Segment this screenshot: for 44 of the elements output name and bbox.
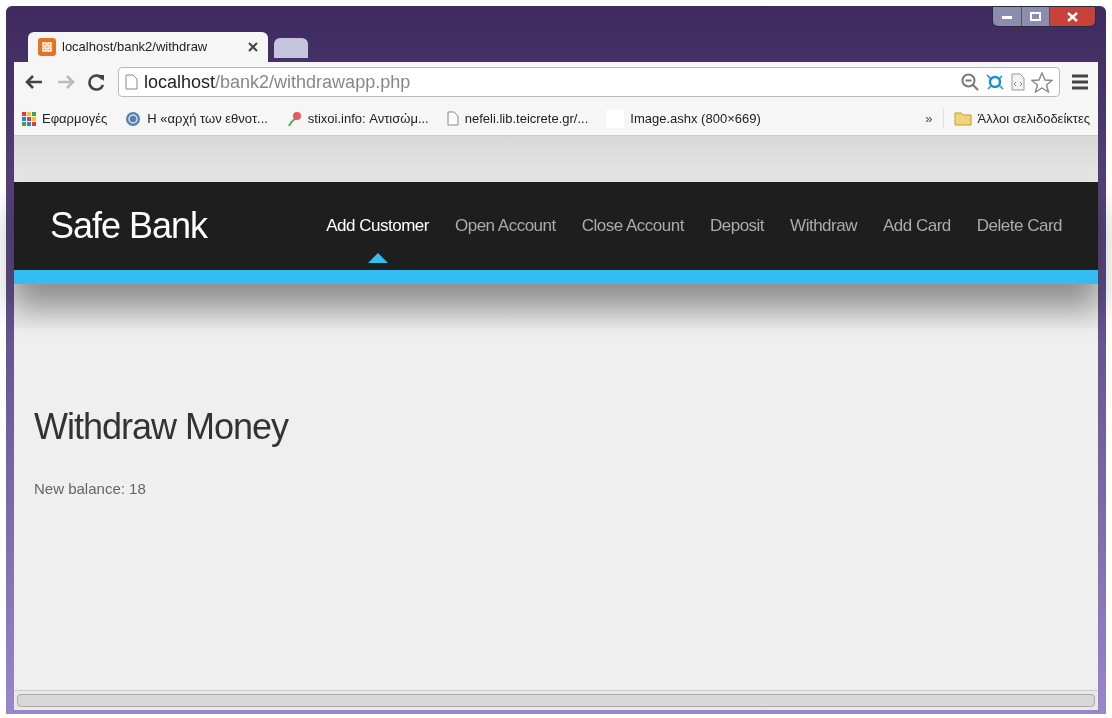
back-icon[interactable] <box>24 74 44 90</box>
bookmark-item[interactable]: nefeli.lib.teicrete.gr/... <box>446 108 589 129</box>
minimize-button[interactable] <box>993 7 1021 26</box>
star-icon[interactable] <box>1031 71 1053 93</box>
browser-tab[interactable]: localhost/bank2/withdraw <box>28 32 268 62</box>
nav-link[interactable]: Withdraw <box>790 213 857 239</box>
apps-grid-icon <box>22 111 36 126</box>
nav-link[interactable]: Deposit <box>709 213 765 239</box>
bookmark-item[interactable]: Image.ashx (800×669) <box>606 108 761 129</box>
favicon-icon <box>38 38 56 56</box>
maximize-button[interactable] <box>1021 7 1049 26</box>
close-icon <box>1067 11 1078 22</box>
url-text: localhost/bank2/withdrawapp.php <box>144 70 412 94</box>
page-heading: Withdraw Money <box>34 405 290 449</box>
nav-link[interactable]: Open Account <box>454 213 556 239</box>
minimize-icon <box>1002 14 1012 19</box>
page-icon <box>125 74 138 90</box>
extension-icon[interactable] <box>985 73 1005 91</box>
page-icon <box>446 111 459 126</box>
close-icon[interactable] <box>248 42 258 52</box>
site-logo[interactable]: Safe Bank <box>50 199 208 253</box>
balance-message: New balance: 18 <box>34 479 147 499</box>
bookmark-item[interactable]: stixoi.info: Αντισώμ... <box>285 108 429 129</box>
zoom-icon[interactable] <box>961 73 979 91</box>
active-pointer <box>367 253 388 264</box>
nav-link[interactable]: Delete Card <box>976 213 1062 239</box>
address-bar[interactable]: localhost/bank2/withdrawapp.php <box>118 67 1060 97</box>
nav-link[interactable]: Add Customer <box>326 213 429 239</box>
folder-icon <box>953 111 972 126</box>
document-icon[interactable] <box>1011 73 1025 91</box>
menu-icon[interactable] <box>1072 74 1088 90</box>
new-tab-button[interactable] <box>274 38 308 58</box>
nav-link[interactable]: Add Card <box>882 213 951 239</box>
more-bookmarks-button[interactable]: » <box>915 108 944 129</box>
other-bookmarks-button[interactable]: Άλλοι σελιδοδείκτες <box>943 108 1090 129</box>
flower-icon <box>285 110 302 127</box>
reload-icon[interactable] <box>88 73 106 91</box>
bookmark-item[interactable]: Εφαρμογές <box>22 108 108 129</box>
maximize-icon <box>1030 12 1041 21</box>
close-button[interactable] <box>1049 7 1095 26</box>
tab-title: localhost/bank2/withdraw <box>62 38 209 57</box>
nav-link[interactable]: Close Account <box>581 213 684 239</box>
bookmark-item[interactable]: Η «αρχή των εθνοτ... <box>125 108 268 129</box>
horizontal-scrollbar[interactable] <box>14 690 1098 710</box>
